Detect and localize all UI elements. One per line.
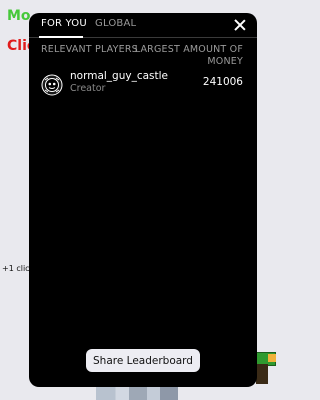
column-header-players: RELEVANT PLAYERS [41,44,138,55]
leaderboard-row[interactable]: normal_guy_castle Creator 241006 [29,70,257,104]
player-money: 241006 [202,76,243,88]
tab-for-you[interactable]: FOR YOU [41,18,87,29]
game-title-fragment: Mo [7,8,31,24]
tab-global[interactable]: GLOBAL [95,18,136,29]
column-header-money: LARGEST AMOUNT OF MONEY [134,44,243,67]
leaderboard-modal: FOR YOU GLOBAL RELEVANT PLAYERS LARGEST … [29,13,257,387]
column-headers: RELEVANT PLAYERS LARGEST AMOUNT OF MONEY [29,44,257,70]
player-role: Creator [70,83,106,94]
share-leaderboard-button[interactable]: Share Leaderboard [86,349,200,372]
player-name: normal_guy_castle [70,70,168,82]
close-icon[interactable] [233,18,247,32]
active-tab-underline [39,36,83,38]
leaderboard-tabs: FOR YOU GLOBAL [29,13,257,38]
app-page: Mo Clic +1 click FOR YOU GLOBAL RELEVANT… [0,0,286,400]
player-avatar-icon [41,74,63,96]
